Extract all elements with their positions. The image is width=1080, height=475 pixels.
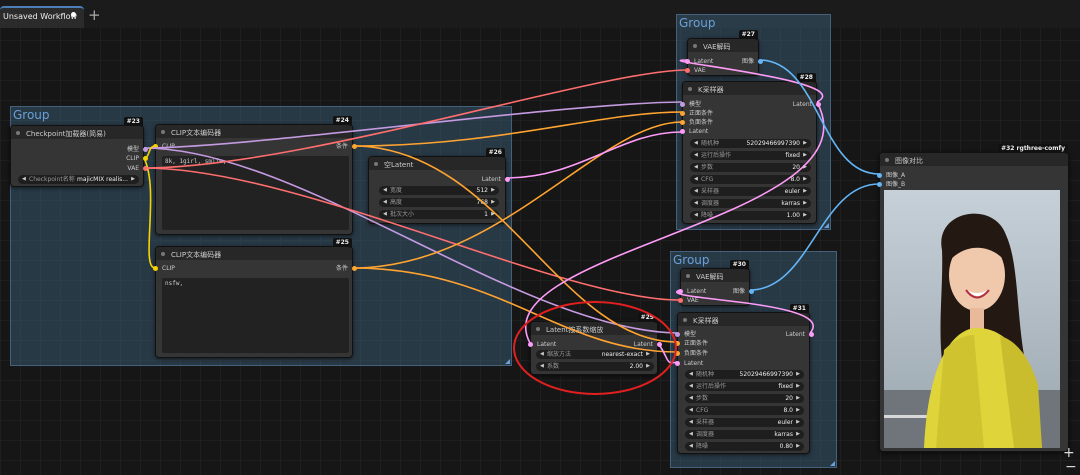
prompt-textarea[interactable]: 8k, 1girl, smile, <box>162 156 349 230</box>
node-vae-decode-lower[interactable]: #30 VAE解码 Latent 图像 VAE <box>678 260 754 306</box>
height-widget[interactable]: ◀ 高度 768 ▶ <box>379 198 499 207</box>
input-clip[interactable]: CLIP 条件 <box>153 142 357 151</box>
input-vae[interactable]: VAE <box>678 296 751 305</box>
portrait-image <box>884 190 1060 448</box>
node-title[interactable]: 图像对比 <box>880 153 1068 166</box>
node-clip-text-encode-negative[interactable]: #25 CLIP文本编码器 CLIP 条件 nsfw, <box>153 238 357 358</box>
control-after-generate-widget[interactable]: ◀ 运行后操作 fixed ▶ <box>690 151 811 160</box>
steps-widget[interactable]: ◀ 步数 20 ▶ <box>690 163 811 172</box>
input-positive[interactable]: 正面条件 <box>675 339 811 348</box>
scheduler-widget[interactable]: ◀ 调度器 karras ▶ <box>685 430 804 439</box>
collapse-dot-icon <box>374 162 378 166</box>
seed-widget[interactable]: ◀ 随机种 520294669973​90 ▶ <box>685 370 804 379</box>
node-title[interactable]: Checkpoint加载器(简易) <box>11 126 143 139</box>
group-title: Group <box>13 108 50 122</box>
node-latent-upscale-by[interactable]: #29 Latent按系数缩放 Latent Latent ◀ 缩放方法 neares… <box>528 313 662 375</box>
collapse-dot-icon <box>686 274 690 278</box>
plus-icon[interactable]: + <box>88 6 101 24</box>
node-ksampler-upper[interactable]: #28 K采样器 模型 Latent 正面条件 负面条件 Latent ◀ 随机种 5… <box>680 73 821 224</box>
collapse-dot-icon <box>161 130 165 134</box>
input-latent[interactable]: Latent <box>680 127 818 136</box>
resize-handle-icon[interactable] <box>505 359 510 364</box>
input-image-a[interactable]: 图像_A <box>877 171 1070 180</box>
collapse-dot-icon <box>161 252 165 256</box>
tab-label: Unsaved Workflow <box>3 12 78 21</box>
node-title[interactable]: Latent按系数缩放 <box>531 322 657 335</box>
arrow-left-icon: ◀ <box>22 176 26 182</box>
input-model[interactable]: 模型 Latent <box>675 330 814 339</box>
seed-widget[interactable]: ◀ 随机种 520294669973​90 ▶ <box>690 139 811 148</box>
cfg-widget[interactable]: ◀ CFG 8.0 ▶ <box>685 406 804 415</box>
group-title: Group <box>679 16 716 30</box>
width-widget[interactable]: ◀ 宽度 512 ▶ <box>379 186 499 195</box>
group-title: Group <box>673 253 710 267</box>
resize-handle-icon[interactable] <box>830 461 835 466</box>
node-checkpoint-loader[interactable]: #23 Checkpoint加载器(简易) 模型 CLIP VAE ◀ Check… <box>10 117 148 187</box>
collapse-dot-icon <box>688 87 692 91</box>
node-title[interactable]: VAE解码 <box>681 269 749 282</box>
input-latent[interactable]: Latent 图像 <box>685 57 763 66</box>
input-negative[interactable]: 负面条件 <box>675 349 811 358</box>
node-title[interactable]: VAE解码 <box>688 39 758 52</box>
input-latent[interactable]: Latent Latent <box>528 340 662 349</box>
collapse-dot-icon[interactable] <box>16 131 20 135</box>
zoom-out-button[interactable]: − <box>1065 460 1077 474</box>
node-empty-latent[interactable]: #26 空Latent Latent ◀ 宽度 512 ▶ ◀ 高度 768 ▶ ◀ 批次大小… <box>368 148 510 224</box>
input-image-b[interactable]: 图像_B <box>877 180 1070 189</box>
node-ksampler-lower[interactable]: #31 K采样器 模型 Latent 正面条件 负面条件 Latent ◀ 随机种 5… <box>675 304 814 454</box>
scheduler-widget[interactable]: ◀ 调度器 karras ▶ <box>690 199 811 208</box>
cfg-widget[interactable]: ◀ CFG 8.0 ▶ <box>690 175 811 184</box>
node-title[interactable]: K采样器 <box>683 82 816 95</box>
sampler-widget[interactable]: ◀ 采样器 euler ▶ <box>685 418 804 427</box>
sampler-widget[interactable]: ◀ 采样器 euler ▶ <box>690 187 811 196</box>
input-vae[interactable]: VAE <box>685 66 760 75</box>
control-after-generate-widget[interactable]: ◀ 运行后操作 fixed ▶ <box>685 382 804 391</box>
input-latent[interactable]: Latent 图像 <box>678 287 754 296</box>
resize-handle-icon[interactable] <box>824 223 829 228</box>
input-positive[interactable]: 正面条件 <box>680 109 818 118</box>
comparison-preview-image[interactable] <box>884 190 1060 448</box>
batch-size-widget[interactable]: ◀ 批次大小 1 ▶ <box>379 210 499 219</box>
collapse-dot-icon <box>683 318 687 322</box>
prompt-textarea[interactable]: nsfw, <box>162 278 349 353</box>
output-model[interactable]: 模型 <box>11 145 148 154</box>
node-title[interactable]: 空Latent <box>369 157 505 170</box>
collapse-dot-icon <box>693 44 697 48</box>
node-title[interactable]: CLIP文本编码器 <box>156 247 352 260</box>
arrow-right-icon: ▶ <box>131 176 135 182</box>
input-clip[interactable]: CLIP 条件 <box>153 264 357 273</box>
checkpoint-name-combo[interactable]: ◀ Checkpoint名称 majicMIX realis... ▶ <box>18 175 139 184</box>
node-title[interactable]: K采样器 <box>678 313 809 326</box>
denoise-widget[interactable]: ◀ 降噪 1.00 ▶ <box>690 211 811 220</box>
output-vae[interactable]: VAE <box>11 164 148 173</box>
output-latent[interactable]: Latent <box>369 175 510 184</box>
tab-unsaved-workflow[interactable]: Unsaved Workflow <box>0 6 84 28</box>
input-negative[interactable]: 负面条件 <box>680 118 818 127</box>
unsaved-indicator-icon <box>71 12 76 17</box>
output-clip[interactable]: CLIP <box>11 154 148 163</box>
upscale-method-widget[interactable]: ◀ 缩放方法 nearest-exact ▶ <box>536 350 654 359</box>
node-clip-text-encode-positive[interactable]: #24 CLIP文本编码器 CLIP 条件 8k, 1girl, smile, <box>153 116 357 235</box>
node-vae-decode-upper[interactable]: #27 VAE解码 Latent 图像 VAE <box>685 30 763 76</box>
zoom-in-button[interactable]: + <box>1063 446 1075 460</box>
input-model[interactable]: 模型 Latent <box>680 100 821 109</box>
collapse-dot-icon <box>536 327 540 331</box>
node-title[interactable]: CLIP文本编码器 <box>156 125 352 138</box>
denoise-widget[interactable]: ◀ 降噪 0.80 ▶ <box>685 442 804 451</box>
scale-by-widget[interactable]: ◀ 系数 2.00 ▶ <box>536 362 654 371</box>
collapse-dot-icon <box>885 158 889 162</box>
steps-widget[interactable]: ◀ 步数 20 ▶ <box>685 394 804 403</box>
tab-bar: Unsaved Workflow + <box>0 0 1080 28</box>
input-latent[interactable]: Latent <box>675 359 811 368</box>
